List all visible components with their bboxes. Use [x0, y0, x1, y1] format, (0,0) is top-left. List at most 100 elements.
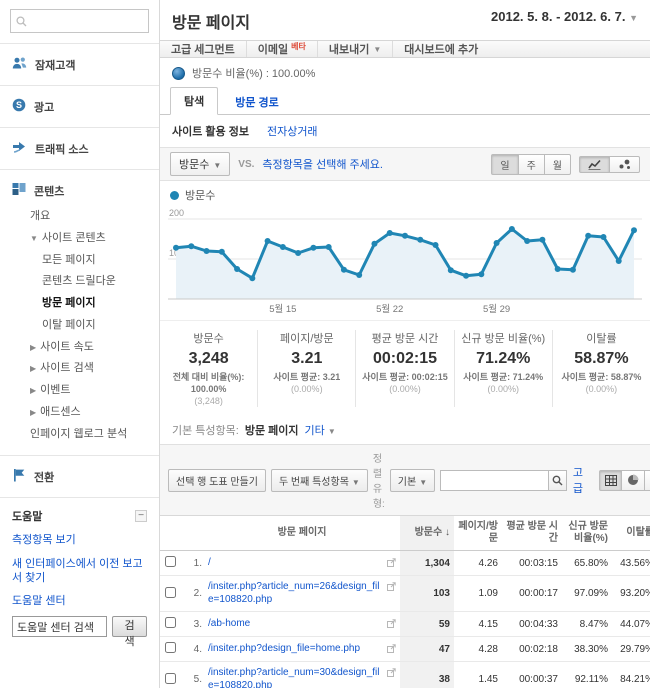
help-link-find-reports[interactable]: 새 인터페이스에서 이전 보고서 찾기	[12, 557, 147, 586]
sidebar-search-input[interactable]	[31, 15, 143, 27]
row-checkbox[interactable]	[165, 587, 176, 598]
chevron-down-icon: ▼	[373, 45, 381, 54]
cell-avg-time: 00:04:33	[502, 612, 562, 637]
table-row[interactable]: 3./ab-home594.1500:04:338.47%44.07%	[160, 612, 650, 637]
dimension-other-dropdown[interactable]: 기타 ▼	[305, 422, 336, 438]
sidebar-subitem[interactable]: 개요	[0, 206, 159, 228]
stat-label[interactable]: 신규 방문 비율(%)	[457, 330, 550, 346]
col-avg-time[interactable]: 평균 방문 시간	[502, 516, 562, 551]
motion-chart-button[interactable]	[610, 156, 640, 173]
help-search-input[interactable]	[12, 616, 107, 637]
stat-label[interactable]: 방문수	[162, 330, 255, 346]
external-link-icon[interactable]	[387, 618, 396, 631]
col-bounce-rate[interactable]: 이탈률	[612, 516, 650, 551]
stat-label[interactable]: 평균 방문 시간	[358, 330, 451, 346]
sidebar-item-3[interactable]: 콘텐츠	[0, 176, 159, 205]
table-row[interactable]: 4./insiter.php?design_file=home.php474.2…	[160, 637, 650, 662]
table-search-button[interactable]	[548, 470, 567, 491]
date-range-selector[interactable]: 2012. 5. 8. - 2012. 6. 7. ▼	[491, 9, 638, 24]
landing-page-link[interactable]: /	[208, 557, 384, 570]
sidebar-subitem[interactable]: ▶사이트 검색	[0, 358, 159, 380]
granularity-2-button[interactable]: 월	[545, 154, 571, 175]
cell-pages-per-visit: 4.28	[454, 637, 502, 662]
stat-value: 3.21	[260, 350, 353, 368]
landing-page-link[interactable]: /insiter.php?article_num=30&design_file=…	[208, 667, 384, 688]
sort-type-dropdown[interactable]: 기본▼	[390, 469, 435, 492]
line-chart-svg[interactable]: 2001005월 155월 225월 29	[168, 205, 642, 317]
table-row[interactable]: 1./1,3044.2600:03:1565.80%43.56%	[160, 551, 650, 576]
advanced-segments-button[interactable]: 고급 세그먼트	[160, 41, 247, 57]
email-button[interactable]: 이메일베타	[247, 41, 318, 57]
landing-page-link[interactable]: /insiter.php?design_file=home.php	[208, 643, 384, 656]
sort-desc-icon: ↓	[445, 527, 450, 538]
help-collapse-toggle[interactable]: −	[135, 510, 147, 522]
chevron-down-icon: ▼	[419, 478, 427, 487]
select-metric-link[interactable]: 측정항목을 선택해 주세요.	[262, 156, 383, 172]
export-button[interactable]: 내보내기▼	[318, 41, 393, 57]
stat-label[interactable]: 페이지/방문	[260, 330, 353, 346]
table-search-input[interactable]	[440, 470, 548, 491]
sidebar-subitem[interactable]: 인페이지 웹로그 분석	[0, 424, 159, 446]
sidebar-item-1[interactable]: S광고	[0, 92, 159, 121]
sidebar-search[interactable]	[10, 9, 149, 33]
dimension-landing-page[interactable]: 방문 페이지	[245, 422, 299, 438]
sidebar-subitem[interactable]: ▶애드센스	[0, 402, 159, 424]
row-checkbox[interactable]	[165, 673, 176, 684]
cell-pages-per-visit: 4.26	[454, 551, 502, 576]
sidebar-subitem[interactable]: 모든 페이지	[0, 250, 159, 272]
col-landing-page[interactable]: 방문 페이지	[204, 516, 400, 551]
plot-rows-button[interactable]: 선택 행 도표 만들기	[168, 469, 266, 492]
cell-avg-time: 00:00:17	[502, 576, 562, 612]
sidebar-item-2[interactable]: 트래픽 소스	[0, 134, 159, 163]
page-title: 방문 페이지	[172, 9, 250, 33]
help-search-button[interactable]: 검색	[112, 616, 147, 637]
performance-view-button[interactable]	[645, 470, 650, 491]
row-checkbox[interactable]	[165, 617, 176, 628]
sidebar-subitem[interactable]: ▼사이트 콘텐츠	[0, 228, 159, 250]
sidebar-subitem[interactable]: 콘텐츠 드릴다운	[0, 271, 159, 293]
advanced-search-link[interactable]: 고급	[573, 464, 588, 496]
sidebar-item-4[interactable]: 전환	[0, 462, 159, 491]
beta-badge: 베타	[291, 41, 306, 52]
sidebar-subitem[interactable]: 이탈 페이지	[0, 315, 159, 337]
table-row[interactable]: 2./insiter.php?article_num=26&design_fil…	[160, 576, 650, 612]
subnav-ecommerce[interactable]: 전자상거래	[267, 123, 318, 139]
cell-avg-time: 00:00:37	[502, 662, 562, 688]
segment-icon	[172, 67, 185, 80]
tab-explorer[interactable]: 탐색	[170, 87, 218, 115]
sidebar-item-0[interactable]: 잠재고객	[0, 50, 159, 79]
sidebar-subitem[interactable]: ▶사이트 속도	[0, 337, 159, 359]
help-center-link[interactable]: 도움말 센터	[12, 594, 147, 608]
visits-line-chart[interactable]: 2001005월 155월 225월 29	[168, 205, 642, 320]
secondary-dimension-dropdown[interactable]: 두 번째 특성항목▼	[271, 469, 368, 492]
col-visits[interactable]: 방문수 ↓	[400, 516, 454, 551]
col-new-visit-pct[interactable]: 신규 방문 비율(%)	[562, 516, 612, 551]
sidebar-subitem[interactable]: 방문 페이지	[0, 293, 159, 315]
chevron-down-icon: ▼	[328, 427, 336, 436]
data-view-button[interactable]	[599, 470, 622, 491]
sidebar-subitem[interactable]: ▶이벤트	[0, 380, 159, 402]
add-to-dashboard-button[interactable]: 대시보드에 추가	[393, 41, 489, 57]
conversions-icon	[12, 468, 26, 485]
chevron-down-icon: ▼	[213, 161, 221, 170]
metric-dropdown[interactable]: 방문수▼	[170, 152, 230, 176]
row-checkbox[interactable]	[165, 642, 176, 653]
landing-page-link[interactable]: /insiter.php?article_num=26&design_file=…	[208, 581, 384, 606]
granularity-0-button[interactable]: 일	[491, 154, 518, 175]
percentage-view-button[interactable]	[622, 470, 645, 491]
external-link-icon[interactable]	[387, 643, 396, 656]
line-chart-button[interactable]	[579, 156, 610, 173]
landing-page-link[interactable]: /ab-home	[208, 618, 384, 631]
external-link-icon[interactable]	[387, 581, 396, 594]
row-checkbox[interactable]	[165, 556, 176, 567]
stat-label[interactable]: 이탈률	[555, 330, 648, 346]
help-link-metrics[interactable]: 측정항목 보기	[12, 533, 147, 547]
tab-entrance-paths[interactable]: 방문 경로	[222, 89, 292, 115]
table-row[interactable]: 5./insiter.php?article_num=30&design_fil…	[160, 662, 650, 688]
cell-pages-per-visit: 1.45	[454, 662, 502, 688]
col-pages-per-visit[interactable]: 페이지/방문	[454, 516, 502, 551]
external-link-icon[interactable]	[387, 667, 396, 680]
subnav-site-usage[interactable]: 사이트 활용 정보	[172, 123, 249, 139]
external-link-icon[interactable]	[387, 557, 396, 570]
granularity-1-button[interactable]: 주	[519, 154, 545, 175]
